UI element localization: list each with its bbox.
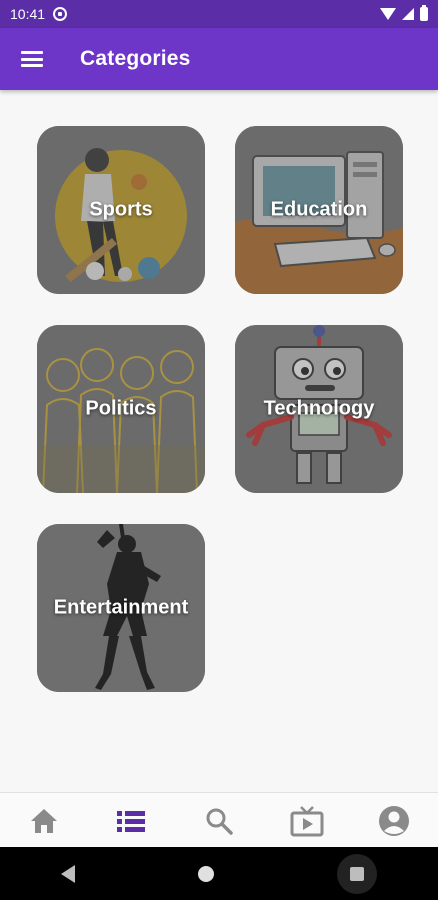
nav-videos[interactable] — [277, 796, 337, 846]
home-icon — [30, 808, 57, 833]
system-navigation-bar — [0, 847, 438, 900]
nav-categories[interactable] — [101, 796, 161, 846]
nav-home[interactable] — [14, 796, 74, 846]
category-label: Technology — [263, 397, 375, 420]
category-card-technology[interactable]: Technology — [235, 325, 403, 493]
account-icon — [379, 805, 410, 836]
signal-icon — [402, 8, 414, 20]
category-label: Sports — [89, 198, 153, 221]
status-time: 10:41 — [10, 6, 46, 22]
category-label: Education — [270, 198, 368, 221]
app-bar: Categories — [0, 28, 438, 90]
tv-icon — [290, 805, 324, 836]
category-label: Politics — [85, 397, 157, 420]
wifi-icon — [380, 8, 396, 20]
category-card-education[interactable]: Education — [235, 126, 403, 294]
sync-icon — [53, 7, 68, 21]
nav-account[interactable] — [364, 796, 424, 846]
category-card-sports[interactable]: Sports — [37, 126, 205, 294]
status-bar: 10:41 — [0, 0, 438, 28]
category-label: Entertainment — [53, 596, 189, 619]
nav-search[interactable] — [189, 796, 249, 846]
bottom-navigation — [0, 792, 438, 848]
back-icon[interactable] — [61, 864, 76, 883]
recents-button[interactable] — [336, 853, 377, 894]
category-card-politics[interactable]: Politics — [37, 325, 205, 493]
list-icon — [117, 810, 146, 832]
page-title: Categories — [80, 47, 191, 70]
menu-icon[interactable] — [21, 51, 43, 67]
recents-icon — [349, 866, 364, 881]
category-card-entertainment[interactable]: Entertainment — [37, 524, 205, 692]
home-button-icon[interactable] — [197, 865, 214, 882]
status-icons — [380, 5, 428, 21]
battery-icon — [420, 5, 428, 21]
search-icon — [206, 808, 233, 835]
